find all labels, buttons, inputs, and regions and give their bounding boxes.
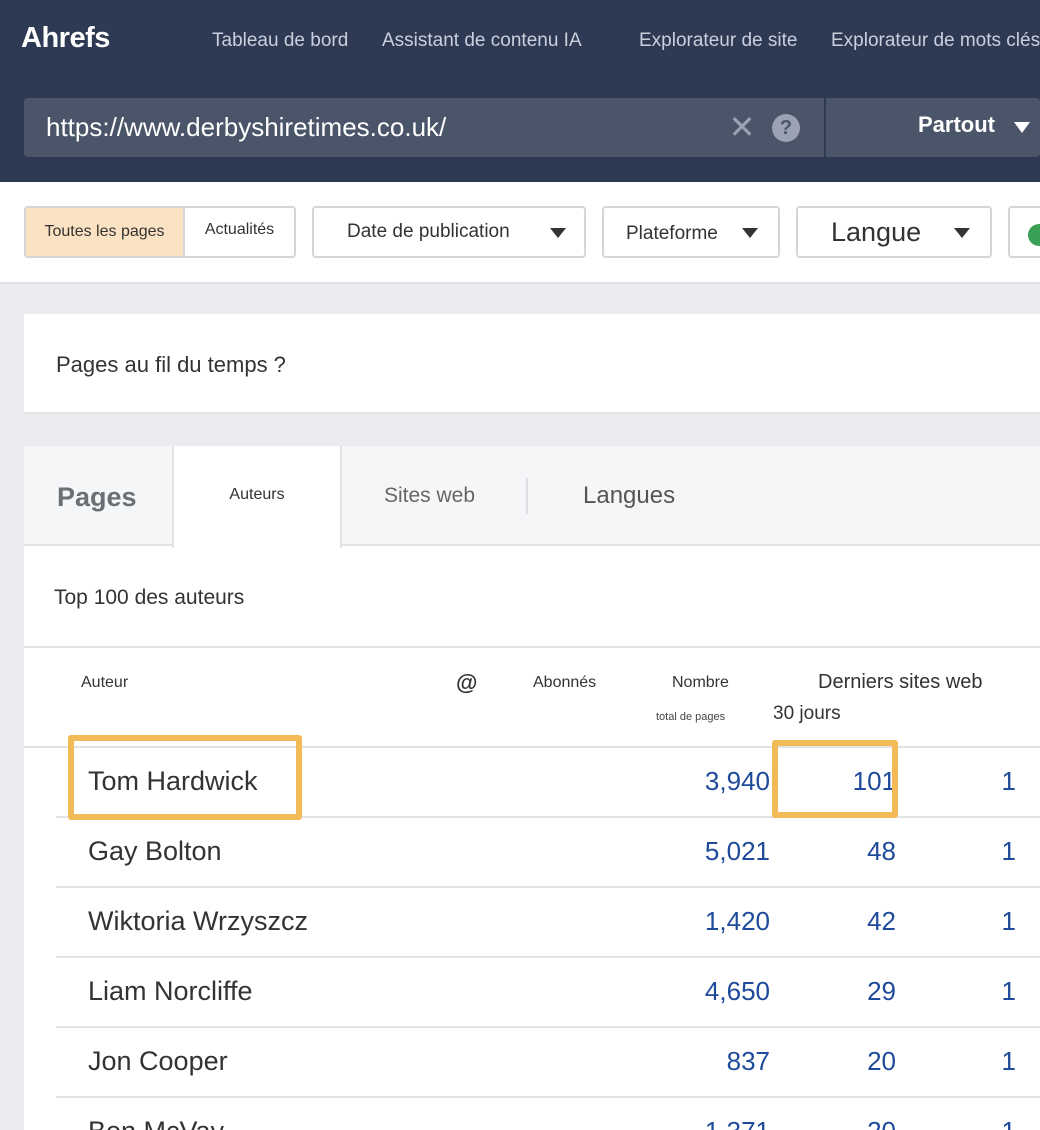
author-name[interactable]: Jon Cooper xyxy=(88,1046,228,1077)
publish-date-label: Date de publication xyxy=(347,221,510,242)
chevron-down-icon xyxy=(954,228,970,238)
table-row: Jon Cooper 837 20 1 xyxy=(56,1028,1040,1098)
total-pages-value[interactable]: 837 xyxy=(727,1046,770,1077)
highlight-recent-box xyxy=(772,740,898,818)
tab-languages[interactable]: Langues xyxy=(583,482,675,510)
tab-authors-label: Auteurs xyxy=(229,486,285,503)
column-header-total-pages-sub: total de pages xyxy=(656,711,726,723)
recent-pages-value[interactable]: 42 xyxy=(867,906,896,937)
url-input[interactable]: https://www.derbyshiretimes.co.uk/ xyxy=(46,112,446,143)
total-pages-value[interactable]: 3,940 xyxy=(705,766,770,797)
filter-bar: Toutes les pages Actualités Date de publ… xyxy=(0,182,1040,284)
table-row: Ben McVay 1,371 20 1 xyxy=(56,1098,1040,1130)
close-icon[interactable]: ✕ xyxy=(727,110,757,144)
page-type-toggle: Toutes les pages Actualités xyxy=(24,206,296,258)
chevron-down-icon xyxy=(742,228,758,238)
publish-date-dropdown[interactable]: Date de publication xyxy=(312,206,586,258)
segment-all-pages[interactable]: Toutes les pages xyxy=(26,208,183,256)
column-header-email[interactable]: @ xyxy=(456,670,477,696)
nav-item-dashboard[interactable]: Tableau de bord xyxy=(212,30,348,52)
divider xyxy=(24,646,1040,648)
tab-pages[interactable]: Pages xyxy=(57,482,137,513)
platform-dropdown[interactable]: Plateforme xyxy=(602,206,780,258)
tabs-row: Pages Auteurs Sites web Langues xyxy=(24,446,1040,548)
check-circle-icon xyxy=(1028,224,1040,246)
recent-pages-value[interactable]: 48 xyxy=(867,836,896,867)
column-header-recent-websites[interactable]: Derniers sites web xyxy=(818,671,983,694)
top-navigation: Ahrefs Tableau de bord Assistant de cont… xyxy=(0,0,1040,182)
highlight-author-box xyxy=(68,735,302,820)
help-icon[interactable]: ? xyxy=(772,114,800,142)
recent-pages-value[interactable]: 20 xyxy=(867,1046,896,1077)
total-pages-value[interactable]: 5,021 xyxy=(705,836,770,867)
author-name[interactable]: Ben McVay xyxy=(88,1116,224,1130)
column-header-total-pages[interactable]: Nombre xyxy=(672,674,729,692)
divider xyxy=(824,98,826,157)
language-dropdown[interactable]: Langue xyxy=(796,206,992,258)
nav-item-site-explorer[interactable]: Explorateur de site xyxy=(639,30,797,52)
table-row: Gay Bolton 5,021 48 1 xyxy=(56,818,1040,888)
recent-websites-value[interactable]: 1 xyxy=(1002,906,1016,937)
divider xyxy=(526,478,528,514)
language-label: Langue xyxy=(831,217,922,247)
tab-authors[interactable]: Auteurs xyxy=(172,446,342,548)
mode-select[interactable]: Partout xyxy=(918,112,995,138)
chevron-down-icon xyxy=(550,228,566,238)
segment-news[interactable]: Actualités xyxy=(183,208,294,256)
nav-item-keywords-explorer[interactable]: Explorateur de mots clés xyxy=(831,30,1040,52)
tab-websites[interactable]: Sites web xyxy=(384,484,475,508)
table-title: Top 100 des auteurs xyxy=(54,586,245,609)
chevron-down-icon[interactable] xyxy=(1014,122,1030,133)
column-header-subscribers[interactable]: Abonnés xyxy=(533,674,596,692)
recent-websites-value[interactable]: 1 xyxy=(1002,766,1016,797)
nav-item-ai-content-helper[interactable]: Assistant de contenu IA xyxy=(382,30,582,52)
recent-pages-value[interactable]: 29 xyxy=(867,976,896,1007)
ahrefs-logo[interactable]: Ahrefs xyxy=(21,22,110,55)
status-filter-button[interactable] xyxy=(1008,206,1040,258)
recent-websites-value[interactable]: 1 xyxy=(1002,976,1016,1007)
platform-label: Plateforme xyxy=(626,223,718,244)
recent-pages-value[interactable]: 20 xyxy=(867,1116,896,1130)
pages-over-time-card: Pages au fil du temps ? xyxy=(24,314,1040,414)
table-row: Wiktoria Wrzyszcz 1,420 42 1 xyxy=(56,888,1040,958)
url-search-bar[interactable]: https://www.derbyshiretimes.co.uk/ ✕ ? P… xyxy=(24,98,1040,157)
recent-websites-value[interactable]: 1 xyxy=(1002,1046,1016,1077)
author-name[interactable]: Wiktoria Wrzyszcz xyxy=(88,906,308,937)
recent-websites-value[interactable]: 1 xyxy=(1002,836,1016,867)
total-pages-value[interactable]: 1,371 xyxy=(705,1116,770,1130)
author-name[interactable]: Gay Bolton xyxy=(88,836,222,867)
column-header-recent-30-days[interactable]: 30 jours xyxy=(773,703,841,725)
total-pages-value[interactable]: 1,420 xyxy=(705,906,770,937)
recent-websites-value[interactable]: 1 xyxy=(1002,1116,1016,1130)
column-header-author[interactable]: Auteur xyxy=(81,674,128,692)
pages-over-time-title[interactable]: Pages au fil du temps ? xyxy=(56,352,286,378)
author-name[interactable]: Liam Norcliffe xyxy=(88,976,253,1007)
total-pages-value[interactable]: 4,650 xyxy=(705,976,770,1007)
table-row: Liam Norcliffe 4,650 29 1 xyxy=(56,958,1040,1028)
